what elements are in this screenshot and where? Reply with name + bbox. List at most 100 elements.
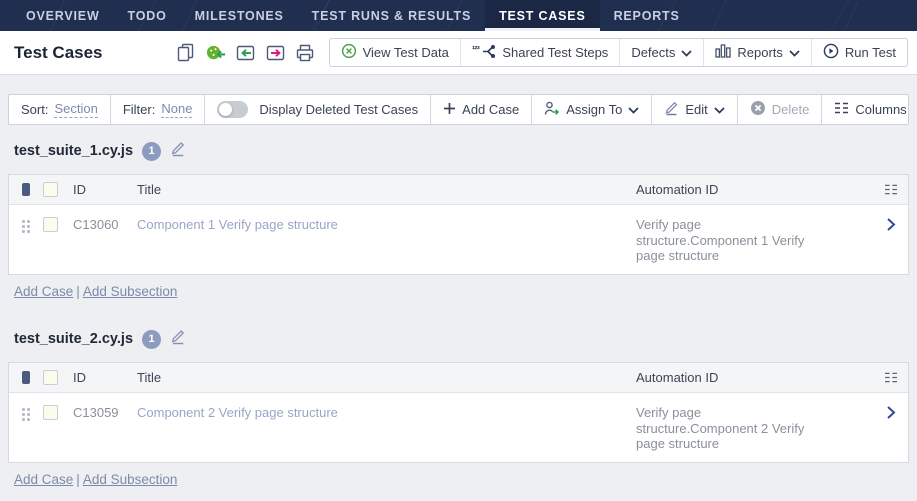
filter-control: Filter: None (111, 95, 206, 124)
add-case-link[interactable]: Add Case (14, 284, 73, 299)
add-case-button[interactable]: Add Case (431, 95, 532, 124)
column-header-title[interactable]: Title (137, 370, 636, 385)
share-steps-icon (481, 44, 496, 62)
print-icon[interactable] (295, 42, 316, 63)
drag-handle[interactable] (9, 405, 43, 421)
case-title-link[interactable]: Component 2 Verify page structure (137, 405, 338, 420)
column-options-button[interactable] (874, 372, 908, 383)
assign-to-dropdown-button[interactable]: Assign To (532, 95, 652, 124)
header-icon-row (175, 42, 316, 63)
header-checkbox-cell (43, 370, 73, 385)
add-case-link[interactable]: Add Case (14, 472, 73, 487)
column-header-id[interactable]: ID (73, 182, 137, 197)
select-all-icon (22, 371, 30, 384)
defects-dropdown-button[interactable]: Defects (619, 39, 703, 66)
section-header: test_suite_2.cy.js 1 (14, 328, 909, 350)
copy-icon[interactable] (175, 42, 196, 63)
automation-id-value: Verify page structure.Component 2 Verify… (636, 405, 806, 452)
select-all-checkbox[interactable] (43, 370, 58, 385)
export-icon[interactable] (265, 42, 286, 63)
column-header-id[interactable]: ID (73, 370, 137, 385)
row-checkbox-cell (43, 217, 73, 232)
edit-section-icon[interactable] (170, 140, 186, 162)
shared-test-steps-button[interactable]: ¹²³ Shared Test Steps (460, 39, 620, 66)
tab-reports[interactable]: REPORTS (600, 0, 694, 31)
section-title: test_suite_1.cy.js (14, 143, 133, 159)
reports-label: Reports (737, 45, 783, 60)
select-all-marker[interactable] (9, 183, 43, 196)
test-data-icon (341, 43, 357, 62)
columns-button[interactable]: Columns (822, 95, 917, 124)
delete-circle-icon (750, 100, 766, 119)
select-all-icon (22, 183, 30, 196)
edit-label: Edit (685, 102, 707, 117)
section-title: test_suite_2.cy.js (14, 331, 133, 347)
tab-todo[interactable]: TODO (114, 0, 181, 31)
table-header-row: ID Title Automation ID (9, 175, 908, 205)
chevron-down-icon (628, 102, 639, 117)
import-icon[interactable] (235, 42, 256, 63)
column-options-button[interactable] (874, 184, 908, 195)
add-subsection-link[interactable]: Add Subsection (83, 472, 178, 487)
shared-test-steps-label: Shared Test Steps (502, 45, 608, 60)
deleted-toggle-segment: Display Deleted Test Cases (205, 95, 431, 124)
test-case-table: ID Title Automation ID C13060 Component … (8, 174, 909, 275)
column-header-automation-id[interactable]: Automation ID (636, 370, 874, 385)
add-subsection-link[interactable]: Add Subsection (83, 284, 178, 299)
drag-dots-icon (22, 408, 30, 421)
display-deleted-label: Display Deleted Test Cases (259, 102, 418, 117)
columns-label: Columns (855, 102, 906, 117)
section-footer-links: Add Case|Add Subsection (14, 284, 909, 299)
drag-dots-icon (22, 220, 30, 233)
section-footer-links: Add Case|Add Subsection (14, 472, 909, 487)
row-checkbox[interactable] (43, 405, 58, 420)
case-count-badge: 1 (142, 142, 161, 161)
run-test-button[interactable]: Run Test (811, 39, 907, 66)
edit-dropdown-button[interactable]: Edit (652, 95, 737, 124)
select-all-checkbox[interactable] (43, 182, 58, 197)
reports-dropdown-button[interactable]: Reports (703, 39, 811, 66)
header-action-group: View Test Data ¹²³ Shared Test Steps Def… (329, 38, 908, 67)
edit-pencil-icon (664, 100, 679, 119)
sort-value-link[interactable]: Section (54, 101, 97, 118)
automation-id-cell: Verify page structure.Component 2 Verify… (636, 405, 874, 452)
table-row[interactable]: C13059 Component 2 Verify page structure… (9, 393, 908, 462)
link-separator: | (73, 472, 83, 487)
row-checkbox[interactable] (43, 217, 58, 232)
tab-milestones[interactable]: MILESTONES (181, 0, 298, 31)
play-circle-icon (823, 43, 839, 62)
column-header-title[interactable]: Title (137, 182, 636, 197)
filter-label: Filter: (123, 102, 156, 117)
automation-id-cell: Verify page structure.Component 1 Verify… (636, 217, 874, 264)
page-header: Test Cases View Test Data ¹²³ Shared Tes… (0, 31, 917, 75)
drag-handle[interactable] (9, 217, 43, 233)
column-header-automation-id[interactable]: Automation ID (636, 182, 874, 197)
case-count-badge: 1 (142, 330, 161, 349)
view-test-data-label: View Test Data (363, 45, 449, 60)
open-case-chevron[interactable] (874, 217, 908, 232)
case-title-link[interactable]: Component 1 Verify page structure (137, 217, 338, 232)
display-deleted-toggle[interactable] (217, 101, 248, 118)
tab-overview[interactable]: OVERVIEW (12, 0, 114, 31)
open-case-chevron[interactable] (874, 405, 908, 420)
integration-import-icon[interactable] (205, 42, 226, 63)
tab-test-runs-results[interactable]: TEST RUNS & RESULTS (298, 0, 485, 31)
edit-section-icon[interactable] (170, 328, 186, 350)
table-header-row: ID Title Automation ID (9, 363, 908, 393)
delete-label: Delete (772, 102, 810, 117)
chevron-down-icon (789, 45, 800, 60)
one-two-three-icon: ¹²³ (472, 44, 480, 54)
filter-value-link[interactable]: None (161, 101, 192, 118)
delete-button[interactable]: Delete (738, 95, 823, 124)
columns-icon (834, 102, 849, 117)
view-test-data-button[interactable]: View Test Data (330, 39, 460, 66)
plus-icon (443, 102, 456, 118)
tab-test-cases[interactable]: TEST CASES (485, 0, 600, 31)
select-all-marker[interactable] (9, 371, 43, 384)
page-title: Test Cases (14, 43, 103, 63)
table-row[interactable]: C13060 Component 1 Verify page structure… (9, 205, 908, 274)
case-title-cell: Component 2 Verify page structure (137, 405, 636, 420)
section-header: test_suite_1.cy.js 1 (14, 140, 909, 162)
top-navigation: OVERVIEW TODO MILESTONES TEST RUNS & RES… (0, 0, 917, 31)
add-case-label: Add Case (462, 102, 519, 117)
